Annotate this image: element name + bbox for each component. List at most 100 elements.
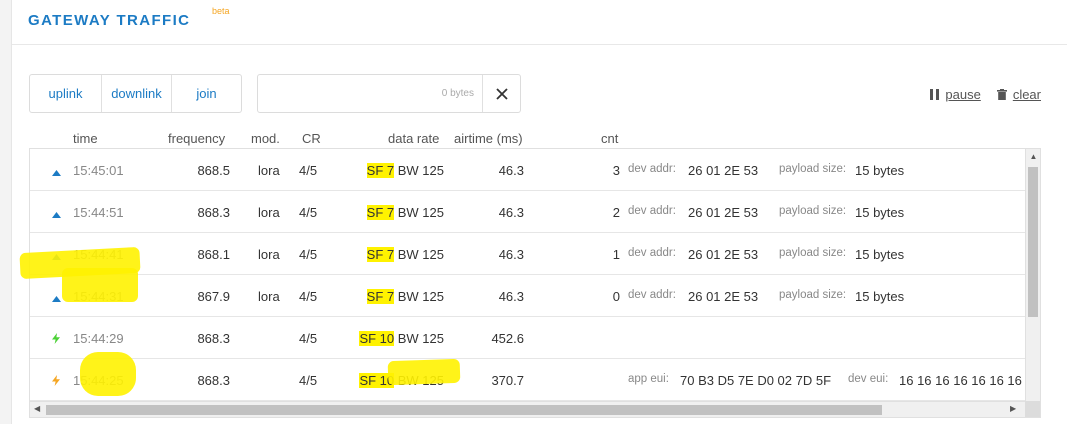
row-bandwidth: BW 125 (397, 247, 444, 262)
row-coding-rate: 4/5 (299, 247, 318, 262)
col-frequency: frequency (168, 131, 226, 146)
beta-badge: beta (212, 6, 230, 16)
table-row[interactable]: 15:45:01 868.5 lora 4/5 SF 7 BW 125 46.3 3 dev … (30, 149, 1026, 191)
row-modulation: lora (258, 247, 280, 262)
scroll-up-icon[interactable]: ▲ (1026, 152, 1040, 161)
pause-icon (930, 89, 940, 100)
uplink-icon (52, 290, 61, 305)
join-request-icon (52, 374, 60, 389)
pause-button[interactable]: pause (930, 87, 981, 102)
row-spreading-factor: SF 10 (359, 331, 395, 346)
clear-filter-button[interactable] (482, 75, 520, 112)
panel-title: GATEWAY TRAFFIC (28, 12, 191, 29)
row-count: 3 (612, 163, 620, 178)
scroll-corner (1025, 401, 1040, 417)
row-airtime: 46.3 (498, 247, 524, 262)
toolbar-actions: pause clear (930, 87, 1041, 102)
clear-button[interactable]: clear (996, 87, 1041, 102)
uplink-icon (52, 206, 61, 221)
col-cr: CR (302, 131, 321, 146)
row-bandwidth: BW 125 (397, 163, 444, 178)
filter-button-group: uplink downlink join (29, 74, 242, 113)
row-coding-rate: 4/5 (299, 205, 318, 220)
highlight-mark (62, 268, 138, 302)
scroll-right-icon[interactable]: ▶ (1010, 404, 1016, 413)
row-bandwidth: BW 125 (397, 205, 444, 220)
row-coding-rate: 4/5 (299, 289, 318, 304)
uplink-icon (52, 164, 61, 179)
row-spreading-factor: SF 7 (366, 163, 395, 178)
row-coding-rate: 4/5 (299, 373, 318, 388)
row-data-rate: SF 7 BW 125 (330, 205, 444, 220)
join-accept-icon (52, 332, 60, 347)
row-time: 15:45:01 (73, 163, 124, 178)
downlink-filter-button[interactable]: downlink (101, 75, 171, 112)
row-airtime: 46.3 (498, 289, 524, 304)
row-spreading-factor: SF 7 (366, 289, 395, 304)
row-meta-value-2: 15 bytes (855, 247, 905, 262)
row-coding-rate: 4/5 (299, 163, 318, 178)
row-coding-rate: 4/5 (299, 331, 318, 346)
row-frequency: 868.3 (197, 331, 230, 346)
col-data-rate: data rate (388, 131, 440, 146)
row-meta-value-1: 26 01 2E 53 (688, 205, 759, 220)
table-row[interactable]: 15:44:51 868.3 lora 4/5 SF 7 BW 125 46.3 2 dev … (30, 191, 1026, 233)
row-meta-key-1: app eui: (628, 373, 669, 385)
horizontal-scroll-thumb[interactable] (46, 405, 882, 415)
row-meta-key-1: dev addr: (628, 205, 676, 217)
row-meta-value-2: 15 bytes (855, 289, 905, 304)
row-frequency: 868.5 (197, 163, 230, 178)
col-time: time (73, 131, 98, 146)
vertical-scrollbar[interactable]: ▲ (1025, 149, 1040, 403)
row-bandwidth: BW 125 (397, 331, 444, 346)
row-airtime: 452.6 (491, 331, 524, 346)
col-cnt: cnt (601, 131, 619, 146)
horizontal-scrollbar[interactable]: ◀ ▶ (30, 401, 1040, 417)
row-meta-value-1: 26 01 2E 53 (688, 247, 759, 262)
row-airtime: 46.3 (498, 205, 524, 220)
vertical-scroll-thumb[interactable] (1028, 167, 1038, 317)
table-row[interactable]: 15:44:31867.9lora4/5SF 7 BW 12546.30dev … (30, 275, 1026, 317)
row-meta-key-1: dev addr: (628, 163, 676, 175)
uplink-filter-button[interactable]: uplink (30, 75, 101, 112)
row-time: 15:44:51 (73, 205, 124, 220)
row-count: 1 (612, 247, 620, 262)
row-count: 2 (612, 205, 620, 220)
search-input[interactable]: 0 bytes (258, 75, 482, 112)
row-time: 15:44:29 (73, 331, 124, 346)
highlight-mark (80, 352, 136, 396)
row-modulation: lora (258, 205, 280, 220)
traffic-table[interactable]: 15:45:01 868.5 lora 4/5 SF 7 BW 125 46.3 3 dev … (29, 148, 1041, 418)
table-row[interactable]: 15:44:25868.34/5SF 10 BW 125370.7app eui… (30, 359, 1040, 401)
row-bandwidth: BW 125 (397, 289, 444, 304)
col-mod: mod. (251, 131, 280, 146)
row-frequency: 868.3 (197, 373, 230, 388)
close-icon (495, 87, 508, 100)
row-modulation: lora (258, 163, 280, 178)
row-frequency: 868.3 (197, 205, 230, 220)
row-meta-key-2: payload size: (779, 205, 847, 217)
row-meta-key-2: payload size: (779, 247, 847, 259)
row-spreading-factor: SF 7 (366, 247, 395, 262)
scroll-left-icon[interactable]: ◀ (34, 404, 40, 413)
row-meta-key-2: payload size: (779, 163, 847, 175)
table-row[interactable]: 15:44:41868.1lora4/5SF 7 BW 12546.31dev … (30, 233, 1026, 275)
join-filter-button[interactable]: join (171, 75, 241, 112)
row-meta-key-2: dev eui: (848, 373, 889, 385)
row-frequency: 867.9 (197, 289, 230, 304)
col-airtime: airtime (ms) (454, 131, 523, 146)
row-meta-value-1: 70 B3 D5 7E D0 02 7D 5F (680, 373, 832, 388)
highlight-mark (387, 358, 461, 386)
row-meta-value-1: 26 01 2E 53 (688, 163, 759, 178)
row-data-rate: SF 7 BW 125 (330, 163, 444, 178)
trash-icon (996, 89, 1007, 100)
bytes-counter: 0 bytes (441, 88, 474, 99)
row-meta-key-2: payload size: (779, 289, 847, 301)
row-meta-value-1: 26 01 2E 53 (688, 289, 759, 304)
row-meta-value-2: 16 16 16 16 16 16 16 16 (899, 373, 1040, 388)
row-meta-value-2: 15 bytes (855, 205, 905, 220)
row-data-rate: SF 10 BW 125 (330, 331, 444, 346)
table-row[interactable]: 15:44:29 868.3 4/5 SF 10 BW 125 452.6 (30, 317, 1026, 359)
row-modulation: lora (258, 289, 280, 304)
row-count: 0 (612, 289, 620, 304)
